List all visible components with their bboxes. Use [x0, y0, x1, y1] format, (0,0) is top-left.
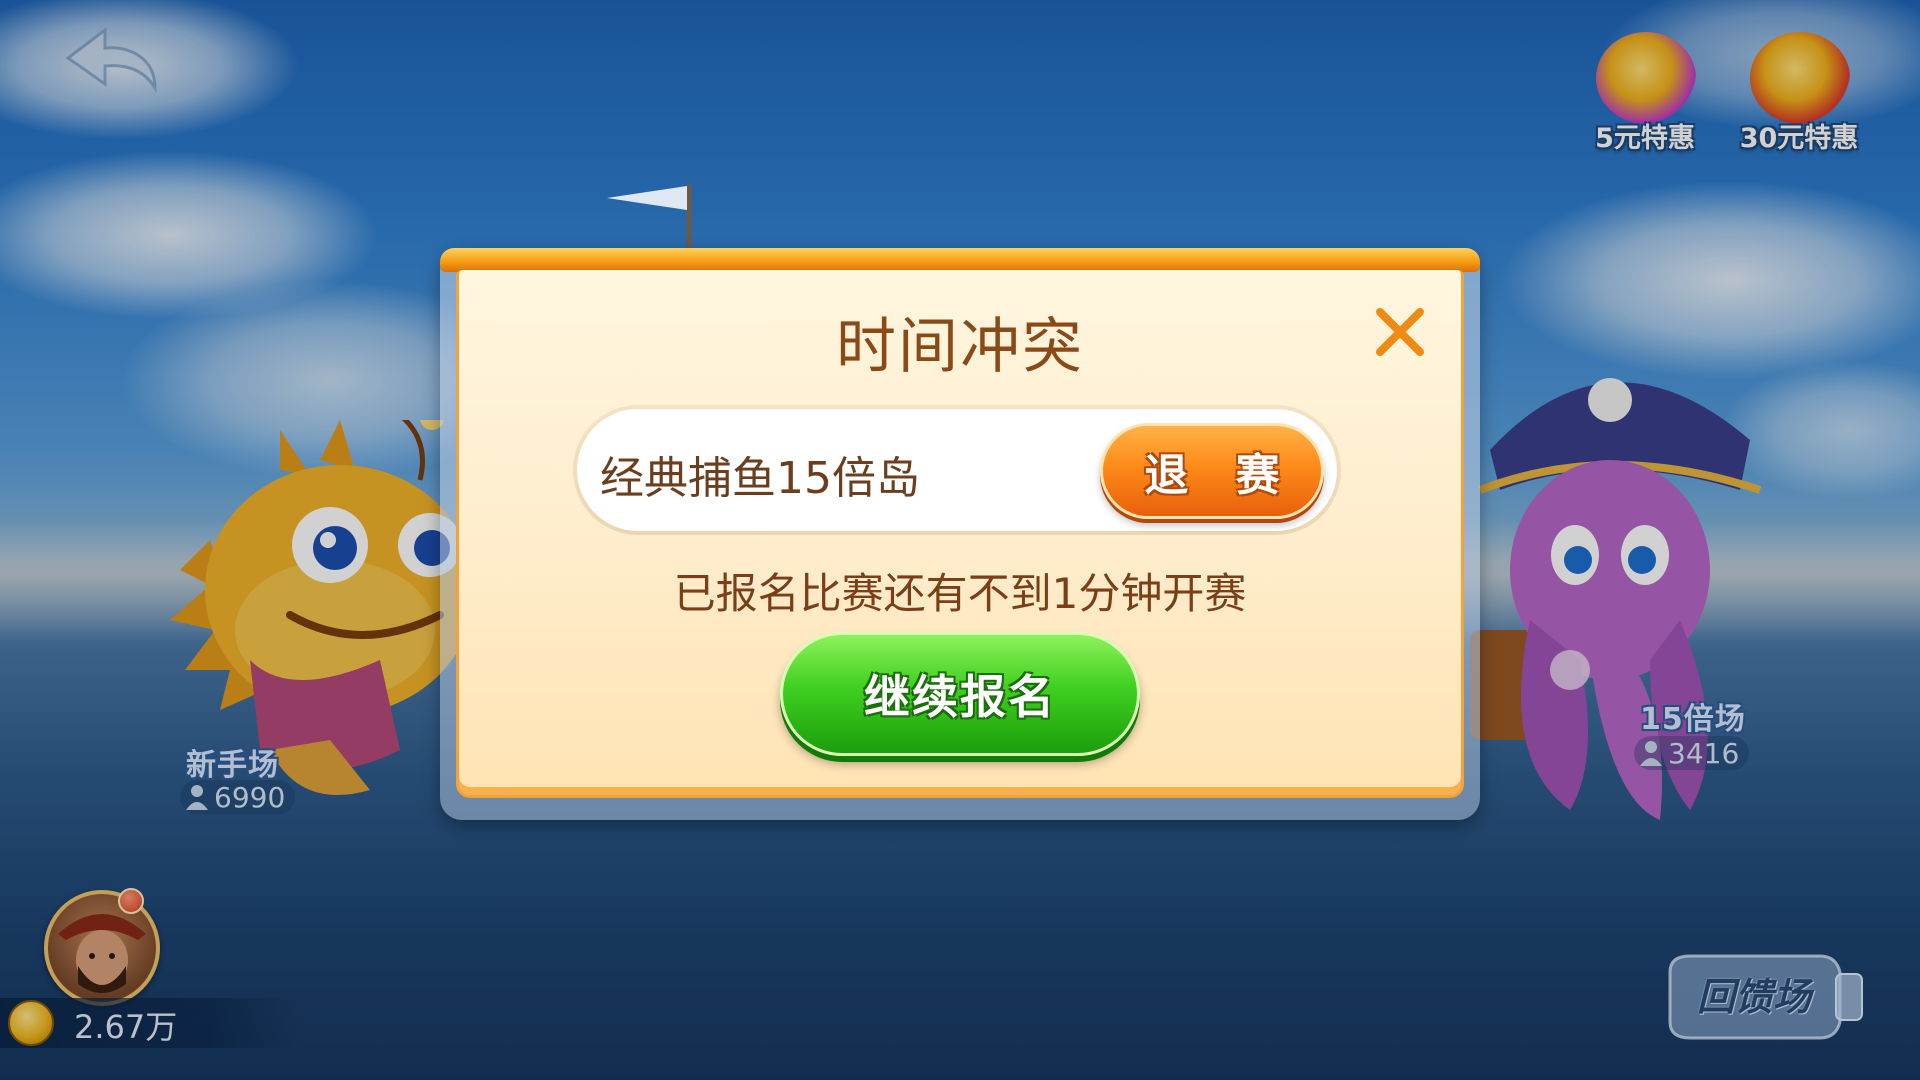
flag-icon [607, 184, 692, 250]
continue-register-label: 继续报名 [864, 670, 1056, 724]
withdraw-button[interactable]: 退 赛 [1100, 423, 1324, 519]
event-name: 经典捕鱼15倍岛 [600, 453, 920, 504]
dialog-title: 时间冲突 [836, 312, 1084, 382]
continue-register-button[interactable]: 继续报名 [780, 632, 1140, 756]
time-conflict-dialog: 时间冲突 经典捕鱼15倍岛 退 赛 已报名比赛还有不到1分钟开赛 继续报名 [440, 248, 1480, 820]
withdraw-button-label: 退 赛 [1144, 450, 1296, 501]
close-icon [1376, 308, 1424, 356]
close-button[interactable] [1370, 302, 1430, 362]
dialog-top-bar [440, 248, 1480, 272]
game-lobby-stage: 5元特惠 30元特惠 新手场 6990 15倍场 3416 2.67万 回馈场 … [0, 0, 1920, 1080]
start-notice: 已报名比赛还有不到1分钟开赛 [673, 569, 1247, 618]
